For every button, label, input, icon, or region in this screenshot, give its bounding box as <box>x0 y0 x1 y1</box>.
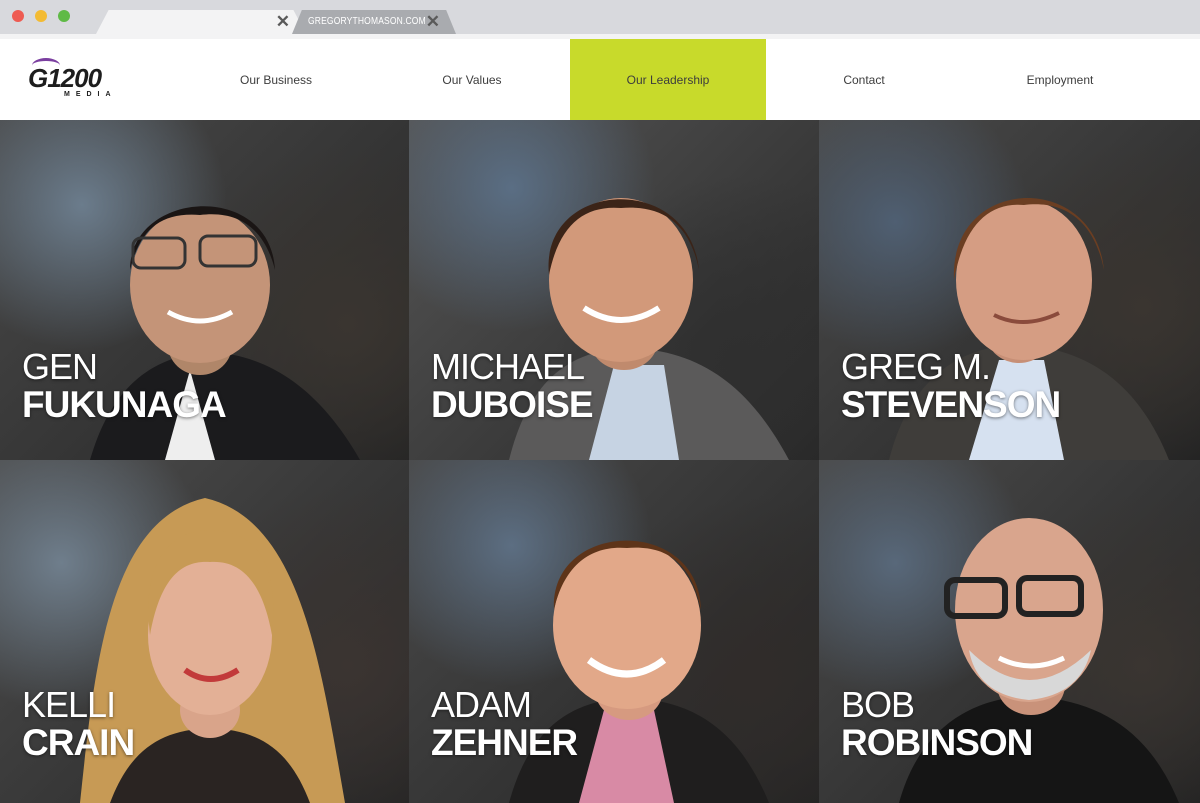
nav-employment[interactable]: Employment <box>962 39 1158 120</box>
tab-close-icon[interactable]: ✕ <box>276 12 290 32</box>
leadership-grid: GEN FUKUNAGA MICHAEL DUBOISE GREG M. STE… <box>0 120 1200 803</box>
leader-last-name: ZEHNER <box>431 722 578 763</box>
leader-first-name: BOB <box>841 684 915 725</box>
leader-last-name: CRAIN <box>22 722 135 763</box>
leader-card[interactable]: GREG M. STEVENSON <box>819 120 1200 460</box>
tab-title: GREGORYTHOMASON.COM <box>308 16 426 27</box>
leader-first-name: GEN <box>22 346 98 387</box>
minimize-window-button[interactable] <box>35 10 47 22</box>
browser-tab-inactive[interactable]: GREGORYTHOMASON.COM ✕ <box>292 10 456 34</box>
leader-first-name: KELLI <box>22 684 116 725</box>
leader-card[interactable]: KELLI CRAIN <box>0 460 409 803</box>
leader-last-name: FUKUNAGA <box>22 384 227 425</box>
site-logo[interactable]: G1200 MEDIA <box>26 58 138 102</box>
logo-wordmark: G1200 <box>28 63 102 93</box>
leader-first-name: ADAM <box>431 684 532 725</box>
nav-our-values[interactable]: Our Values <box>374 39 570 120</box>
leader-name: ADAM ZEHNER <box>431 684 578 763</box>
browser-chrome: ✕ GREGORYTHOMASON.COM ✕ <box>0 0 1200 39</box>
leader-name: KELLI CRAIN <box>22 684 135 763</box>
tab-close-icon[interactable]: ✕ <box>426 12 440 32</box>
logo-subtitle: MEDIA <box>64 91 117 98</box>
maximize-window-button[interactable] <box>58 10 70 22</box>
leader-card[interactable]: MICHAEL DUBOISE <box>409 120 819 460</box>
leader-card[interactable]: BOB ROBINSON <box>819 460 1200 803</box>
leader-name: GREG M. STEVENSON <box>841 346 1061 425</box>
leader-last-name: ROBINSON <box>841 722 1033 763</box>
leader-last-name: STEVENSON <box>841 384 1061 425</box>
leader-name: BOB ROBINSON <box>841 684 1033 763</box>
leader-card[interactable]: GEN FUKUNAGA <box>0 120 409 460</box>
leader-name: GEN FUKUNAGA <box>22 346 227 425</box>
close-window-button[interactable] <box>12 10 24 22</box>
leader-last-name: DUBOISE <box>431 384 594 425</box>
nav-our-business[interactable]: Our Business <box>178 39 374 120</box>
browser-tab-active[interactable]: ✕ <box>96 10 306 34</box>
nav-our-leadership[interactable]: Our Leadership <box>570 39 766 120</box>
leader-first-name: MICHAEL <box>431 346 585 387</box>
site-header: G1200 MEDIA Our Business Our Values Our … <box>0 39 1200 120</box>
leader-card[interactable]: ADAM ZEHNER <box>409 460 819 803</box>
leader-first-name: GREG M. <box>841 346 991 387</box>
leader-name: MICHAEL DUBOISE <box>431 346 594 425</box>
nav-contact[interactable]: Contact <box>766 39 962 120</box>
